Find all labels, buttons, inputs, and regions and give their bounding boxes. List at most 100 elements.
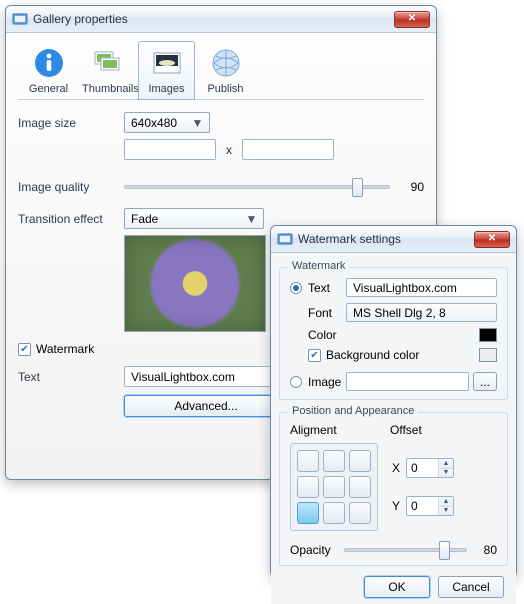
- transition-preview-image: [124, 235, 266, 332]
- group-watermark: Watermark Text VisualLightbox.com Font M…: [279, 267, 508, 400]
- label-image: Image: [308, 375, 346, 389]
- thumbnails-icon: [91, 46, 125, 80]
- align-top-left[interactable]: [297, 450, 319, 472]
- align-middle-left[interactable]: [297, 476, 319, 498]
- label-font: Font: [308, 306, 346, 320]
- image-size-select[interactable]: 640x480 ▼: [124, 112, 210, 133]
- group-position: Position and Appearance Aligment Offset: [279, 412, 508, 566]
- label-bgcolor: Background color: [326, 348, 419, 362]
- offset-y-value: 0: [407, 497, 438, 515]
- spin-up-icon[interactable]: ▲: [439, 497, 453, 506]
- browse-button[interactable]: ...: [473, 372, 497, 391]
- label-image-size: Image size: [18, 116, 124, 130]
- info-icon: [32, 46, 66, 80]
- close-icon: ✕: [488, 234, 496, 244]
- ok-button[interactable]: OK: [364, 576, 430, 598]
- label-image-quality: Image quality: [18, 180, 124, 194]
- label-opacity: Opacity: [290, 543, 344, 557]
- watermark-settings-dialog: Watermark settings ✕ Watermark Text Visu…: [270, 225, 517, 578]
- dimension-separator: x: [226, 143, 232, 157]
- width-input[interactable]: [124, 139, 216, 160]
- watermark-text-input[interactable]: VisualLightbox.com: [346, 278, 497, 297]
- radio-text[interactable]: [290, 282, 302, 294]
- align-bottom-right[interactable]: [349, 502, 371, 524]
- label-y: Y: [392, 499, 406, 513]
- align-middle-center[interactable]: [323, 476, 345, 498]
- tab-publish[interactable]: Publish: [197, 41, 254, 100]
- label-transition: Transition effect: [18, 212, 124, 226]
- dialog-body: Watermark Text VisualLightbox.com Font M…: [271, 253, 516, 604]
- radio-image[interactable]: [290, 376, 302, 388]
- tab-label: General: [23, 83, 74, 95]
- tab-general[interactable]: General: [20, 41, 77, 100]
- font-value: MS Shell Dlg 2, 8: [353, 306, 446, 320]
- label-alignment: Aligment: [290, 423, 390, 437]
- color-swatch[interactable]: [479, 328, 497, 342]
- align-bottom-left[interactable]: [297, 502, 319, 524]
- offset-x-spinner[interactable]: 0 ▲▼: [406, 458, 454, 478]
- watermark-checkbox[interactable]: ✔: [18, 343, 31, 356]
- offset-x-value: 0: [407, 459, 438, 477]
- cancel-button[interactable]: Cancel: [438, 576, 504, 598]
- image-path-input[interactable]: [346, 372, 469, 391]
- quality-value: 90: [402, 180, 424, 194]
- browse-label: ...: [480, 375, 490, 389]
- tab-label: Thumbnails: [82, 83, 133, 95]
- tab-label: Publish: [200, 83, 251, 95]
- ok-label: OK: [388, 580, 405, 594]
- row-image-quality: Image quality 90: [18, 180, 424, 194]
- label-color: Color: [308, 328, 346, 342]
- spin-down-icon[interactable]: ▼: [439, 506, 453, 516]
- tab-images[interactable]: Images: [138, 41, 195, 100]
- image-size-value: 640x480: [131, 116, 190, 130]
- offset-y-spinner[interactable]: 0 ▲▼: [406, 496, 454, 516]
- cancel-label: Cancel: [452, 580, 489, 594]
- label-text: Text: [18, 370, 124, 384]
- chevron-down-icon: ▼: [190, 116, 205, 130]
- label-x: X: [392, 461, 406, 475]
- close-icon: ✕: [408, 14, 416, 24]
- align-bottom-center[interactable]: [323, 502, 345, 524]
- transition-value: Fade: [131, 212, 244, 226]
- tab-label: Images: [141, 83, 192, 95]
- tab-bar: General Thumbnails Images Publish: [18, 39, 424, 100]
- dialog-title: Watermark settings: [298, 232, 474, 246]
- quality-slider[interactable]: [124, 185, 390, 189]
- label-offset: Offset: [390, 423, 422, 437]
- spin-down-icon[interactable]: ▼: [439, 468, 453, 478]
- opacity-slider[interactable]: [344, 548, 467, 552]
- titlebar[interactable]: Gallery properties ✕: [6, 6, 436, 33]
- bgcolor-checkbox[interactable]: ✔: [308, 349, 321, 362]
- tab-thumbnails[interactable]: Thumbnails: [79, 41, 136, 100]
- watermark-text-input[interactable]: VisualLightbox.com: [124, 366, 288, 387]
- images-icon: [150, 46, 184, 80]
- titlebar[interactable]: Watermark settings ✕: [271, 226, 516, 253]
- row-image-size: Image size 640x480 ▼: [18, 112, 424, 133]
- app-icon: [12, 11, 28, 27]
- bgcolor-swatch[interactable]: [479, 348, 497, 362]
- align-top-center[interactable]: [323, 450, 345, 472]
- dialog-buttons: OK Cancel: [279, 576, 508, 598]
- label-watermark: Watermark: [36, 342, 94, 356]
- advanced-button-label: Advanced...: [174, 399, 237, 413]
- align-top-right[interactable]: [349, 450, 371, 472]
- opacity-value: 80: [477, 543, 497, 557]
- close-button[interactable]: ✕: [474, 231, 510, 248]
- group-legend: Watermark: [288, 260, 349, 272]
- slider-thumb[interactable]: [352, 178, 363, 197]
- text-value: VisualLightbox.com: [353, 281, 457, 295]
- font-button[interactable]: MS Shell Dlg 2, 8: [346, 303, 497, 322]
- group-legend: Position and Appearance: [288, 405, 418, 417]
- spin-up-icon[interactable]: ▲: [439, 459, 453, 468]
- advanced-button[interactable]: Advanced...: [124, 395, 288, 417]
- alignment-grid: [290, 443, 378, 531]
- height-input[interactable]: [242, 139, 334, 160]
- chevron-down-icon: ▼: [244, 212, 259, 226]
- label-text: Text: [308, 281, 346, 295]
- close-button[interactable]: ✕: [394, 11, 430, 28]
- publish-icon: [209, 46, 243, 80]
- slider-thumb[interactable]: [439, 541, 450, 560]
- align-middle-right[interactable]: [349, 476, 371, 498]
- watermark-text-value: VisualLightbox.com: [131, 370, 235, 384]
- transition-select[interactable]: Fade ▼: [124, 208, 264, 229]
